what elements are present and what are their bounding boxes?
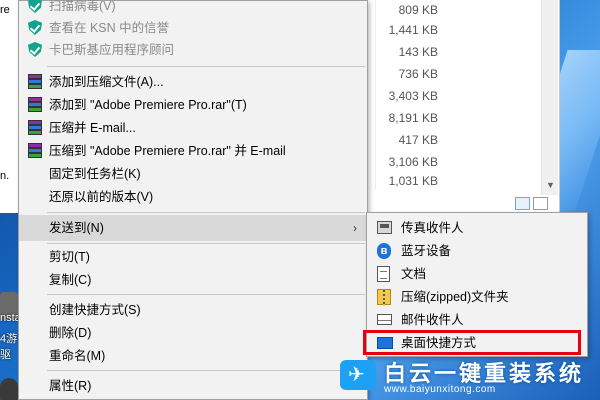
watermark: ✈ 白云一键重装系统 www.baiyunxitong.com — [340, 356, 600, 400]
menu-item-label: 扫描病毒(V) — [49, 0, 116, 13]
nav-pane-fragment: re — [0, 4, 10, 16]
zip-folder-icon — [377, 289, 393, 306]
file-size: 1,441 KB — [388, 23, 438, 37]
details-view-button[interactable] — [515, 197, 530, 210]
submenu-item-label: 邮件收件人 — [401, 313, 464, 327]
menu-item-label: 复制(C) — [49, 273, 92, 287]
desktop-icon-label: 驱 — [0, 349, 11, 361]
menu-item-ksn-reputation[interactable]: 查看在 KSN 中的信誉 — [19, 17, 367, 39]
menu-item-copy[interactable]: 复制(C) — [19, 269, 367, 291]
file-size: 8,191 KB — [388, 111, 438, 125]
menu-separator — [47, 66, 365, 67]
large-icons-view-button[interactable] — [533, 197, 548, 210]
fax-icon — [377, 220, 393, 236]
menu-item-properties[interactable]: 属性(R) — [19, 375, 367, 397]
bird-logo-icon: ✈ — [340, 360, 376, 390]
submenu-item-label: 压缩(zipped)文件夹 — [401, 290, 509, 304]
menu-item-create-shortcut[interactable]: 创建快捷方式(S) — [19, 299, 367, 321]
submenu-item-zip-folder[interactable]: 压缩(zipped)文件夹 — [367, 286, 587, 308]
chevron-right-icon: › — [353, 221, 357, 235]
menu-item-label: 固定到任务栏(K) — [49, 167, 141, 181]
shield-icon — [27, 20, 43, 36]
scroll-down-icon[interactable]: ▼ — [542, 180, 559, 190]
menu-item-label: 卡巴斯基应用程序顾问 — [49, 43, 175, 57]
bluetooth-icon: ʙ — [377, 243, 393, 259]
desktop-app-icon[interactable] — [0, 378, 18, 400]
menu-item-label: 还原以前的版本(V) — [49, 190, 154, 204]
watermark-url: www.baiyunxitong.com — [384, 384, 496, 395]
menu-item-rename[interactable]: 重命名(M) — [19, 345, 367, 367]
winrar-icon — [27, 74, 43, 90]
submenu-item-fax[interactable]: 传真收件人 — [367, 217, 587, 239]
file-size: 143 KB — [398, 45, 438, 59]
menu-item-delete[interactable]: 删除(D) — [19, 322, 367, 344]
nav-pane-fragment: n. — [0, 170, 10, 182]
view-toggle — [515, 197, 548, 211]
menu-item-label: 删除(D) — [49, 326, 92, 340]
menu-item-label: 添加到压缩文件(A)... — [49, 75, 164, 89]
file-size: 1,031 KB — [388, 174, 438, 188]
menu-item-compress-to-rar-email[interactable]: 压缩到 "Adobe Premiere Pro.rar" 并 E-mail — [19, 140, 367, 162]
emphasis-highlight-box — [363, 330, 581, 355]
shield-icon — [27, 42, 43, 58]
file-size: 3,106 KB — [388, 155, 438, 169]
winrar-icon — [27, 143, 43, 159]
mail-icon — [377, 312, 393, 328]
menu-separator — [47, 294, 365, 295]
submenu-item-mail-recipient[interactable]: 邮件收件人 — [367, 309, 587, 331]
file-size: 736 KB — [398, 67, 438, 81]
menu-item-label: 属性(R) — [49, 379, 92, 393]
menu-item-cut[interactable]: 剪切(T) — [19, 246, 367, 268]
desktop-icon-label: 4游 — [0, 333, 18, 345]
menu-item-restore-previous[interactable]: 还原以前的版本(V) — [19, 186, 367, 208]
document-icon — [377, 266, 393, 282]
menu-separator — [47, 370, 365, 371]
menu-item-pin-to-taskbar[interactable]: 固定到任务栏(K) — [19, 163, 367, 185]
submenu-item-label: 传真收件人 — [401, 221, 464, 235]
shield-icon — [27, 0, 43, 14]
menu-item-label: 查看在 KSN 中的信誉 — [49, 21, 170, 35]
menu-item-kaspersky-advisor[interactable]: 卡巴斯基应用程序顾问 — [19, 39, 367, 61]
submenu-item-label: 文档 — [401, 267, 427, 281]
menu-separator — [47, 243, 365, 244]
submenu-item-documents[interactable]: 文档 — [367, 263, 587, 285]
menu-item-label: 发送到(N) — [49, 221, 104, 235]
file-size: 3,403 KB — [388, 89, 438, 103]
winrar-icon — [27, 120, 43, 136]
menu-separator — [47, 212, 365, 213]
menu-item-add-to-archive[interactable]: 添加到压缩文件(A)... — [19, 71, 367, 93]
context-menu: 扫描病毒(V) 查看在 KSN 中的信誉 卡巴斯基应用程序顾问 添加到压缩文件(… — [18, 0, 368, 400]
menu-item-label: 剪切(T) — [49, 250, 90, 264]
menu-item-send-to[interactable]: 发送到(N) › — [19, 215, 367, 241]
size-column: 809 KB 1,441 KB 143 KB 736 KB 3,403 KB 8… — [375, 0, 540, 190]
winrar-icon — [27, 97, 43, 113]
menu-item-label: 重命名(M) — [49, 349, 106, 363]
vertical-scrollbar[interactable]: ▼ — [541, 0, 558, 195]
menu-item-label: 创建快捷方式(S) — [49, 303, 141, 317]
menu-item-label: 压缩并 E-mail... — [49, 121, 136, 135]
menu-item-scan-virus[interactable]: 扫描病毒(V) — [19, 0, 367, 17]
menu-item-compress-email[interactable]: 压缩并 E-mail... — [19, 117, 367, 139]
menu-item-label: 添加到 "Adobe Premiere Pro.rar"(T) — [49, 98, 247, 112]
menu-item-label: 压缩到 "Adobe Premiere Pro.rar" 并 E-mail — [49, 144, 286, 158]
explorer-nav-pane: re n. — [0, 0, 20, 213]
submenu-item-label: 蓝牙设备 — [401, 244, 452, 258]
submenu-item-bluetooth[interactable]: ʙ 蓝牙设备 — [367, 240, 587, 262]
menu-item-add-to-rar[interactable]: 添加到 "Adobe Premiere Pro.rar"(T) — [19, 94, 367, 116]
file-size: 417 KB — [398, 133, 438, 147]
